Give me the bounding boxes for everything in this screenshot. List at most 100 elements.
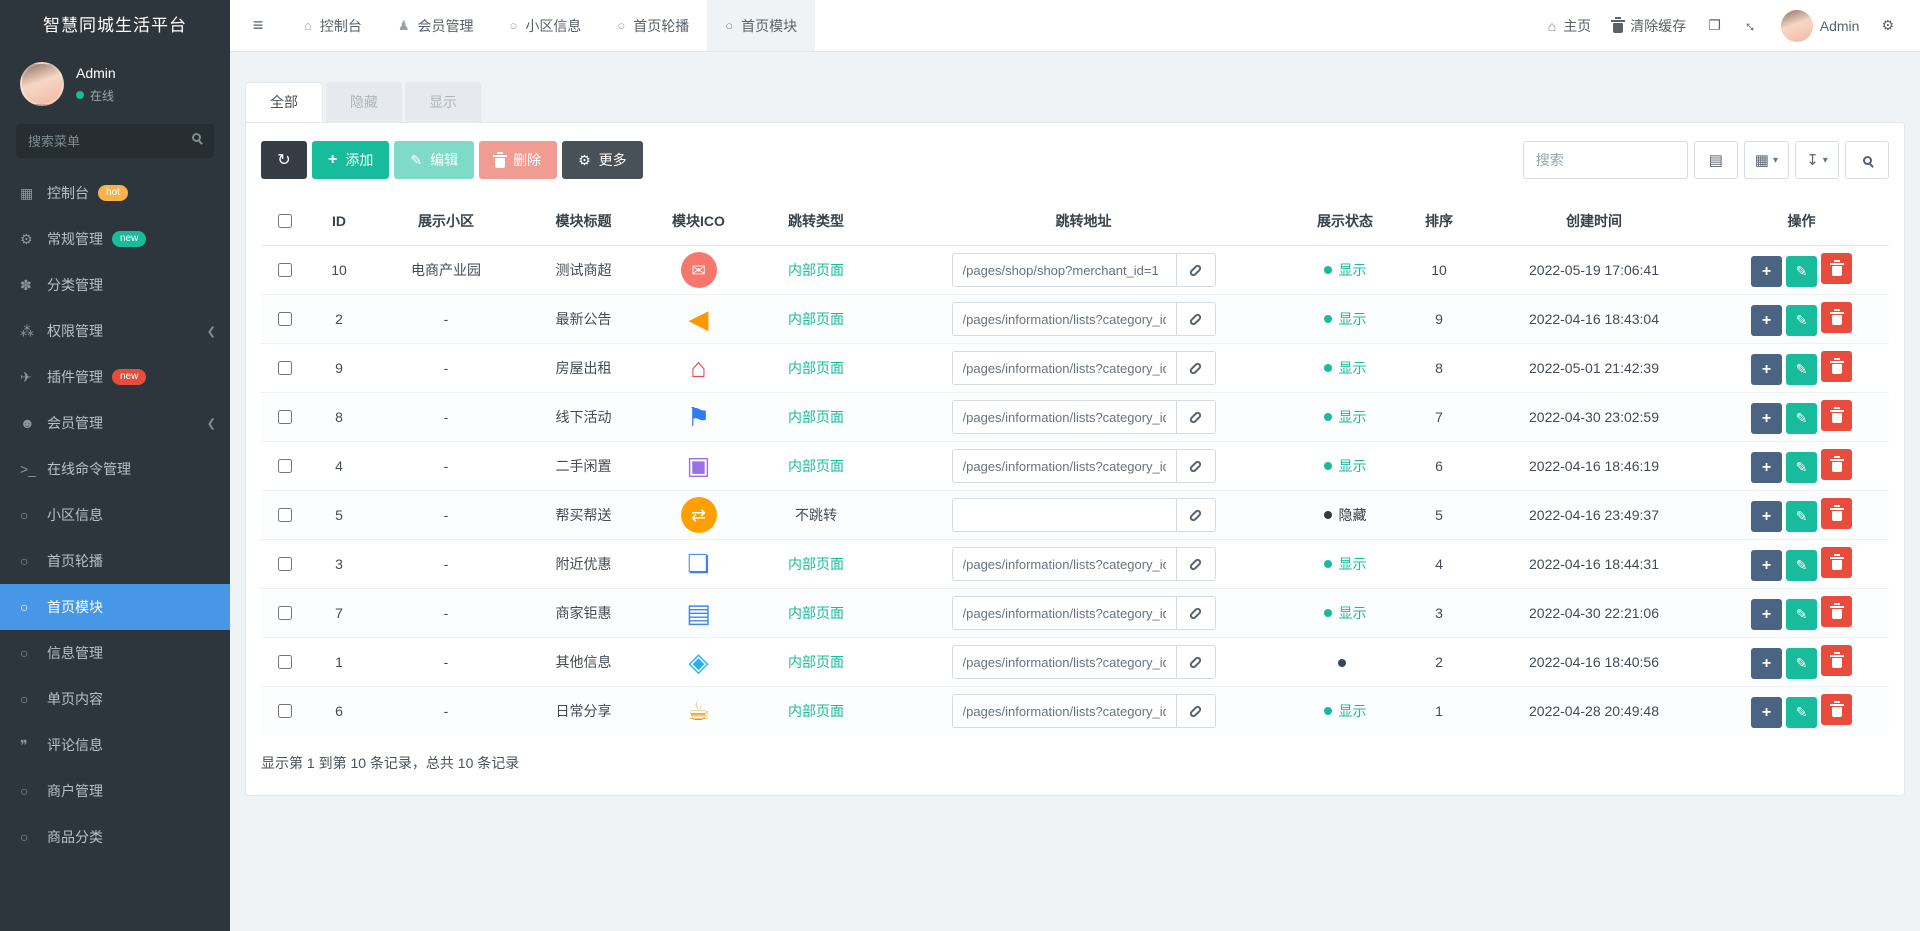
row-edit-button[interactable]: ✎ [1786,696,1817,728]
row-delete-button[interactable] [1821,693,1852,725]
row-add-button[interactable]: + [1751,354,1782,386]
jump-url-input[interactable] [951,253,1176,287]
sidebar-item-auth[interactable]: ⁂ 权限管理 ❮ [0,308,230,354]
row-add-button[interactable]: + [1751,648,1782,680]
sidebar-item-merchant[interactable]: ○ 商户管理 [0,768,230,814]
tab-dashboard[interactable]: ⌂ 控制台 [286,0,380,51]
row-delete-button[interactable] [1821,644,1852,676]
status-badge[interactable] [1337,659,1353,667]
row-delete-button[interactable] [1821,497,1852,529]
header-jump-type[interactable]: 跳转类型 [751,197,881,246]
sidebar-item-information[interactable]: ○ 信息管理 [0,630,230,676]
sidebar-item-addon[interactable]: ✈ 插件管理 new [0,354,230,400]
filter-tab-visible[interactable]: 显示 [405,82,481,122]
link-button[interactable] [1175,596,1216,630]
sidebar-item-category[interactable]: ✽ 分类管理 [0,262,230,308]
sidebar-item-command[interactable]: >_ 在线命令管理 [0,446,230,492]
jump-url-input[interactable] [951,547,1176,581]
search-button[interactable] [1845,141,1889,179]
jump-url-input[interactable] [951,400,1176,434]
header-community[interactable]: 展示小区 [371,197,521,246]
link-button[interactable] [1175,449,1216,483]
table-search-input[interactable] [1522,141,1688,179]
sidebar-item-comments[interactable]: ❞ 评论信息 [0,722,230,768]
row-add-button[interactable]: + [1751,697,1782,729]
row-checkbox[interactable] [277,704,292,718]
menu-search-input[interactable] [16,124,214,158]
row-checkbox[interactable] [277,606,292,620]
row-add-button[interactable]: + [1751,305,1782,337]
jump-url-input[interactable] [951,351,1176,385]
row-checkbox[interactable] [277,361,292,375]
row-checkbox[interactable] [277,508,292,522]
tab-member[interactable]: ♟ 会员管理 [380,0,492,51]
status-badge[interactable]: 显示 [1323,358,1367,378]
sidebar-item-dashboard[interactable]: ▦ 控制台 hot [0,170,230,216]
row-checkbox[interactable] [277,410,292,424]
delete-button[interactable]: 删除 [479,141,558,179]
row-delete-button[interactable] [1821,546,1852,578]
tab-home-module[interactable]: ○ 首页模块 [707,0,816,51]
jump-url-input[interactable] [951,449,1176,483]
jump-url-input[interactable] [951,645,1176,679]
common-search-toggle-button[interactable]: ▤ [1693,141,1738,179]
status-badge[interactable]: 显示 [1323,407,1367,427]
status-badge[interactable]: 显示 [1323,701,1367,721]
jump-url-input[interactable] [951,596,1176,630]
header-status[interactable]: 展示状态 [1286,197,1404,246]
link-button[interactable] [1175,547,1216,581]
tab-community-info[interactable]: ○ 小区信息 [492,0,600,51]
add-button[interactable]: + 添加 [312,141,390,179]
row-delete-button[interactable] [1821,252,1852,284]
link-button[interactable] [1175,351,1216,385]
header-id[interactable]: ID [307,197,371,246]
clear-cache-button[interactable]: 清除缓存 [1611,16,1686,36]
row-delete-button[interactable] [1821,399,1852,431]
row-add-button[interactable]: + [1751,599,1782,631]
row-delete-button[interactable] [1821,448,1852,480]
row-edit-button[interactable]: ✎ [1786,255,1817,287]
status-badge[interactable]: 显示 [1323,554,1367,574]
profile-menu[interactable]: Admin [1780,9,1859,42]
sidebar-item-member[interactable]: ☻ 会员管理 ❮ [0,400,230,446]
link-button[interactable] [1175,400,1216,434]
row-checkbox[interactable] [277,312,292,326]
row-add-button[interactable]: + [1751,403,1782,435]
row-edit-button[interactable]: ✎ [1786,451,1817,483]
filter-tab-hidden[interactable]: 隐藏 [326,82,402,122]
row-delete-button[interactable] [1821,301,1852,333]
row-edit-button[interactable]: ✎ [1786,549,1817,581]
header-sort[interactable]: 排序 [1404,197,1474,246]
user-avatar[interactable] [20,62,64,106]
row-checkbox[interactable] [277,459,292,473]
header-created[interactable]: 创建时间 [1474,197,1714,246]
row-add-button[interactable]: + [1751,550,1782,582]
header-title[interactable]: 模块标题 [521,197,646,246]
sidebar-toggle-button[interactable]: ≡ [230,0,286,51]
status-badge[interactable]: 隐藏 [1323,505,1367,525]
row-add-button[interactable]: + [1751,256,1782,288]
sidebar-item-home-module[interactable]: ○ 首页模块 [0,584,230,630]
row-checkbox[interactable] [277,557,292,571]
header-jump-url[interactable]: 跳转地址 [881,197,1286,246]
link-button[interactable] [1175,302,1216,336]
row-checkbox[interactable] [277,263,292,277]
sidebar-item-home-banner[interactable]: ○ 首页轮播 [0,538,230,584]
link-button[interactable] [1175,694,1216,728]
row-edit-button[interactable]: ✎ [1786,304,1817,336]
link-button[interactable] [1175,253,1216,287]
more-button[interactable]: ⚙ 更多 [562,141,643,179]
home-link[interactable]: ⌂ 主页 [1548,16,1591,36]
window-button[interactable]: ❐ [1708,17,1721,34]
refresh-button[interactable]: ↻ [261,141,307,179]
row-checkbox[interactable] [277,655,292,669]
row-edit-button[interactable]: ✎ [1786,353,1817,385]
sidebar-item-page-content[interactable]: ○ 单页内容 [0,676,230,722]
tab-home-banner[interactable]: ○ 首页轮播 [599,0,707,51]
row-delete-button[interactable] [1821,350,1852,382]
status-badge[interactable]: 显示 [1323,456,1367,476]
link-button[interactable] [1175,645,1216,679]
row-add-button[interactable]: + [1751,452,1782,484]
fullscreen-button[interactable]: ↔ [1739,13,1762,36]
status-badge[interactable]: 显示 [1323,603,1367,623]
